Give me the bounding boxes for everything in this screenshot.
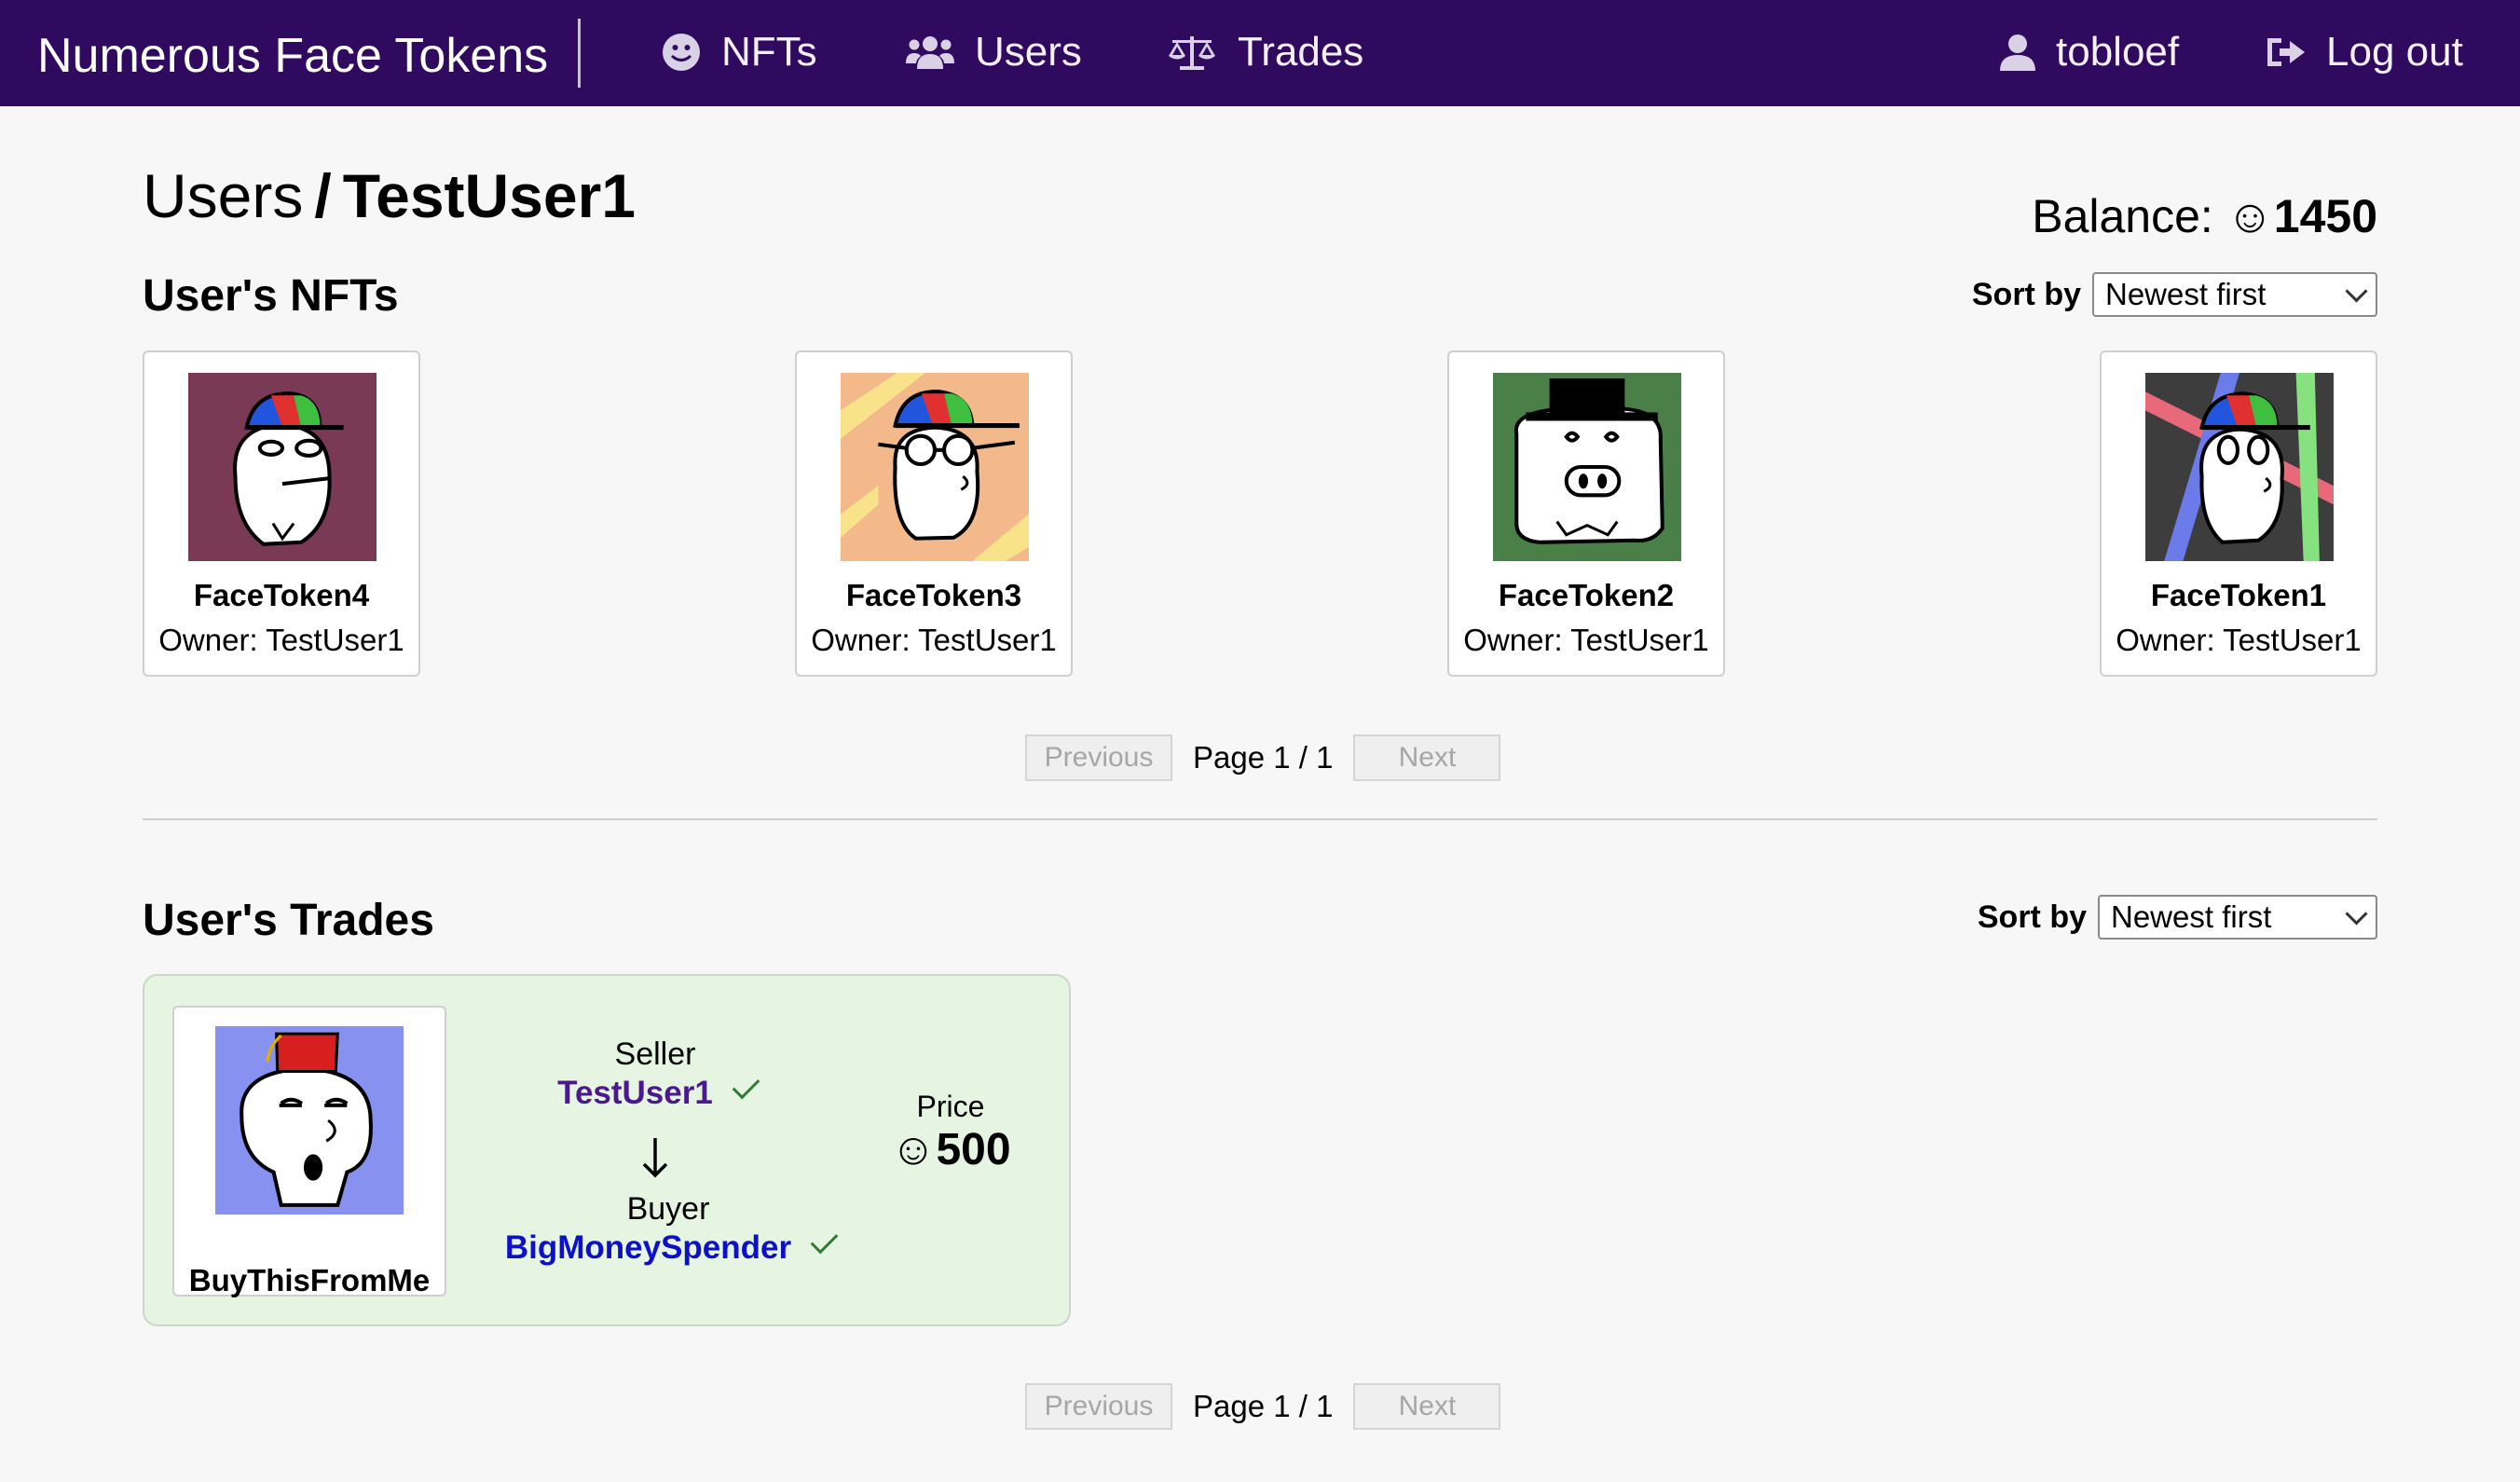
buyer-name-link[interactable]: BigMoneySpender (505, 1229, 791, 1266)
trade-nft-name: BuyThisFromMe (188, 1263, 431, 1297)
nav-logout[interactable]: Log out (2265, 24, 2463, 80)
seller-label: Seller (614, 1036, 696, 1072)
nft-name: FaceToken4 (193, 578, 370, 612)
page-title: Users / TestUser1 (143, 158, 636, 233)
price-block: Price ☺500 (890, 1088, 1011, 1175)
nfts-sort-label: Sort by (1971, 276, 2081, 312)
trade-card[interactable]: BuyThisFromMe Seller TestUser1 Buyer Big… (143, 974, 1071, 1326)
nav-divider (578, 19, 581, 88)
price-value: ☺500 (890, 1125, 1011, 1174)
nft-card[interactable]: FaceToken4 Owner: TestUser1 (143, 350, 420, 677)
smiley-icon (663, 34, 700, 71)
arrow-down-icon (642, 1138, 668, 1178)
balance: Balance: ☺1450 (2032, 186, 2377, 246)
nfts-next-button[interactable]: Next (1353, 734, 1501, 781)
trades-pagination: Previous Page 1 / 1 Next (1025, 1383, 1501, 1430)
buyer-label: Buyer (626, 1191, 710, 1227)
nft-card[interactable]: FaceToken1 Owner: TestUser1 (2100, 350, 2377, 677)
brand-title[interactable]: Numerous Face Tokens (37, 28, 548, 84)
balance-label: Balance: (2032, 190, 2213, 242)
nfts-page-indicator: Page 1 / 1 (1193, 740, 1334, 775)
price-label: Price (916, 1090, 985, 1123)
nft-thumbnail-facetoken1 (2145, 373, 2334, 561)
balance-value: ☺1450 (2226, 190, 2377, 242)
nft-owner: Owner: TestUser1 (1463, 623, 1709, 657)
seller-block: Seller TestUser1 (506, 1036, 804, 1114)
nft-name: FaceToken2 (1498, 578, 1675, 612)
trades-sort-label: Sort by (1977, 899, 2087, 935)
trade-nft-card[interactable]: BuyThisFromMe (172, 1006, 446, 1297)
nav-profile[interactable]: tobloef (2000, 24, 2179, 80)
logout-icon (2267, 38, 2305, 66)
nft-owner: Owner: TestUser1 (811, 623, 1057, 657)
nav-users-label: Users (975, 29, 1082, 75)
chevron-down-icon (2345, 279, 2368, 303)
nav-profile-label: tobloef (2056, 29, 2180, 75)
nfts-section-title: User's NFTs (143, 271, 399, 321)
nav-nfts-label: NFTs (721, 29, 817, 75)
nav-users[interactable]: Users (906, 24, 1082, 80)
nft-thumbnail-buythisfromme (215, 1026, 404, 1214)
nav-trades[interactable]: Trades (1167, 24, 1363, 80)
nav-nfts[interactable]: NFTs (662, 24, 817, 80)
nft-name: FaceToken1 (2150, 578, 2327, 612)
nfts-sort: Sort by Newest first (1972, 270, 2377, 319)
nft-owner: Owner: TestUser1 (2116, 623, 2362, 657)
nfts-sort-value: Newest first (2105, 277, 2267, 311)
trades-previous-button[interactable]: Previous (1025, 1383, 1172, 1430)
breadcrumb-users[interactable]: Users (143, 161, 303, 230)
nfts-previous-button[interactable]: Previous (1025, 734, 1172, 781)
check-icon (810, 1226, 839, 1255)
trades-page-indicator: Page 1 / 1 (1193, 1389, 1334, 1423)
users-icon (906, 36, 954, 69)
nft-owner: Owner: TestUser1 (158, 623, 404, 657)
user-icon (2000, 34, 2035, 71)
chevron-down-icon (2345, 901, 2368, 926)
nft-name: FaceToken3 (845, 578, 1022, 612)
breadcrumb-separator: / (314, 161, 332, 230)
nft-thumbnail-facetoken2 (1493, 373, 1681, 561)
trades-sort-value: Newest first (2111, 899, 2272, 934)
trades-section-title: User's Trades (143, 896, 434, 945)
check-icon (732, 1071, 760, 1100)
seller-name-link[interactable]: TestUser1 (557, 1075, 713, 1111)
nft-card[interactable]: FaceToken3 Owner: TestUser1 (795, 350, 1073, 677)
nav-trades-label: Trades (1238, 29, 1364, 75)
trades-sort-select[interactable]: Newest first (2098, 895, 2377, 940)
nav-logout-label: Log out (2326, 29, 2463, 75)
seller-row: TestUser1 (506, 1071, 804, 1114)
section-divider (143, 818, 2377, 820)
nfts-pagination: Previous Page 1 / 1 Next (1025, 734, 1501, 781)
breadcrumb-current-user: TestUser1 (342, 161, 636, 230)
trades-sort: Sort by Newest first (1978, 893, 2377, 941)
nft-thumbnail-facetoken3 (841, 373, 1029, 561)
buyer-block: Buyer BigMoneySpender (472, 1190, 864, 1269)
nfts-sort-select[interactable]: Newest first (2092, 272, 2377, 317)
top-navbar: Numerous Face Tokens NFTs Users Trades t… (0, 0, 2520, 106)
buyer-row: BigMoneySpender (472, 1226, 864, 1269)
scale-icon (1169, 36, 1215, 70)
nft-thumbnail-facetoken4 (188, 373, 377, 561)
nft-card[interactable]: FaceToken2 Owner: TestUser1 (1447, 350, 1725, 677)
trades-next-button[interactable]: Next (1353, 1383, 1501, 1430)
